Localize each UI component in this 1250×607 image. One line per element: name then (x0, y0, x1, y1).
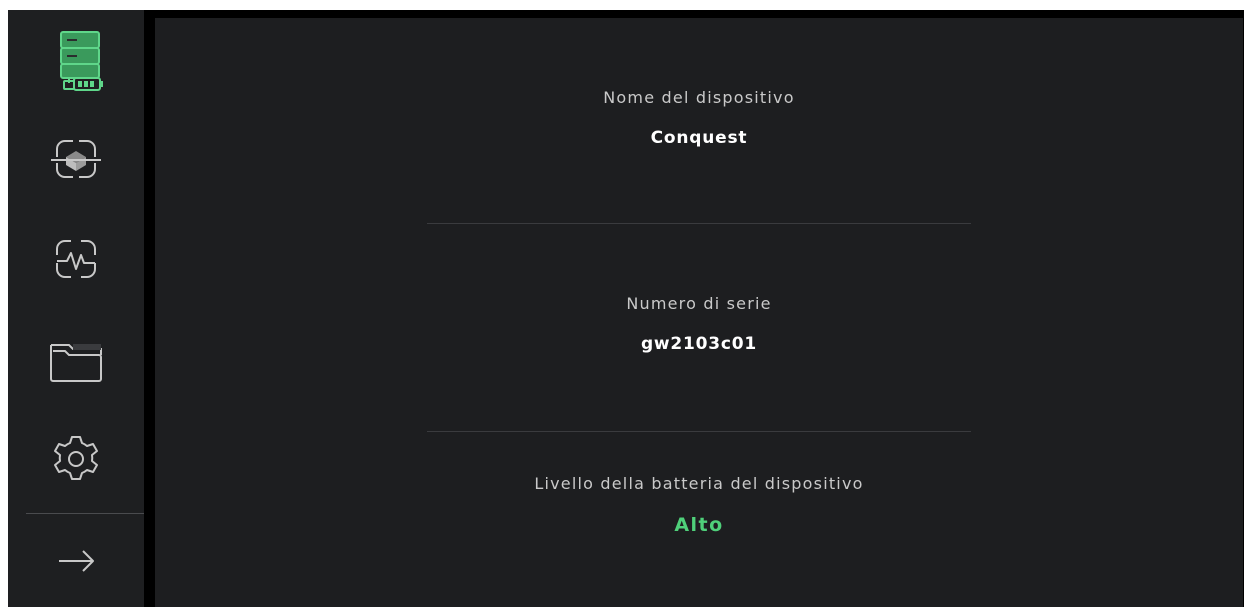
divider (427, 223, 971, 224)
serial-number-label: Numero di serie (626, 294, 772, 313)
arrow-right-icon (51, 541, 101, 581)
sidebar (8, 10, 144, 607)
device-name-label: Nome del dispositivo (603, 88, 795, 107)
sidebar-item-device[interactable] (8, 14, 144, 104)
sidebar-expand-button[interactable] (8, 518, 144, 604)
battery-level-value: Alto (674, 514, 724, 536)
serial-number-section: Numero di serie gw2103c01 (155, 294, 1243, 354)
scan-activity-icon (41, 229, 111, 289)
serial-number-value: gw2103c01 (640, 334, 758, 354)
battery-level-section: Livello della batteria del dispositivo A… (155, 474, 1243, 536)
sidebar-item-scan-object[interactable] (8, 114, 144, 204)
battery-level-label: Livello della batteria del dispositivo (534, 474, 864, 493)
folder-icon (41, 329, 111, 389)
device-name-section: Nome del dispositivo Conquest (155, 88, 1243, 148)
sidebar-divider (26, 513, 144, 514)
scan-object-icon (41, 129, 111, 189)
device-info-panel: Nome del dispositivo Conquest Numero di … (155, 18, 1243, 607)
gear-icon (41, 429, 111, 489)
divider (427, 431, 971, 432)
sidebar-item-settings[interactable] (8, 414, 144, 504)
sidebar-item-folder[interactable] (8, 314, 144, 404)
device-name-value: Conquest (650, 128, 748, 148)
device-battery-icon (41, 27, 111, 91)
sidebar-item-scan-activity[interactable] (8, 214, 144, 304)
